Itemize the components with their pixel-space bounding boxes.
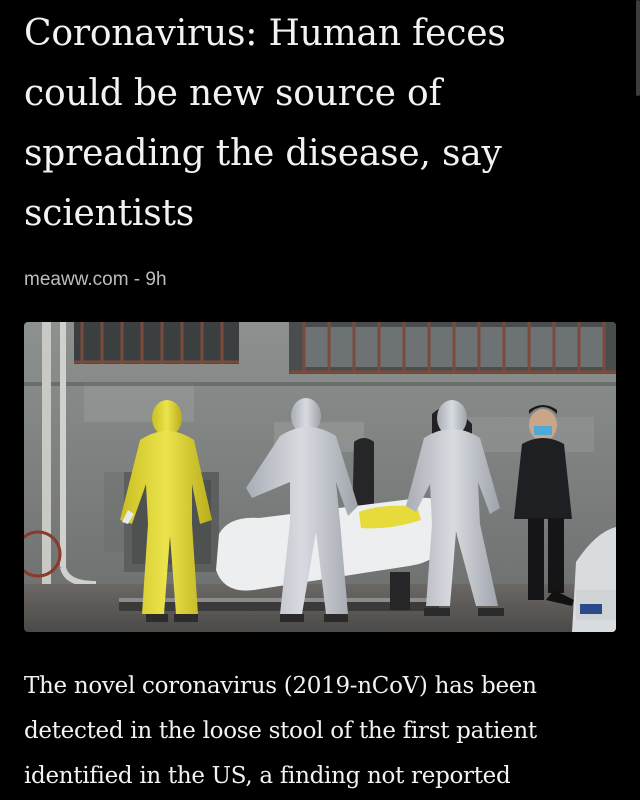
source-label[interactable]: meaww.com [24, 269, 129, 290]
article-age: 9h [145, 269, 167, 290]
article-meta: meaww.com - 9h [24, 268, 167, 292]
article-headline[interactable]: Coronavirus: Human feces could be new so… [24, 4, 610, 244]
article-hero-image[interactable] [24, 322, 616, 632]
scroll-indicator[interactable] [636, 0, 640, 96]
article-body: The novel coronavirus (2019-nCoV) has be… [24, 673, 537, 789]
meta-separator: - [128, 269, 146, 290]
hero-photo-illustration [24, 322, 616, 632]
